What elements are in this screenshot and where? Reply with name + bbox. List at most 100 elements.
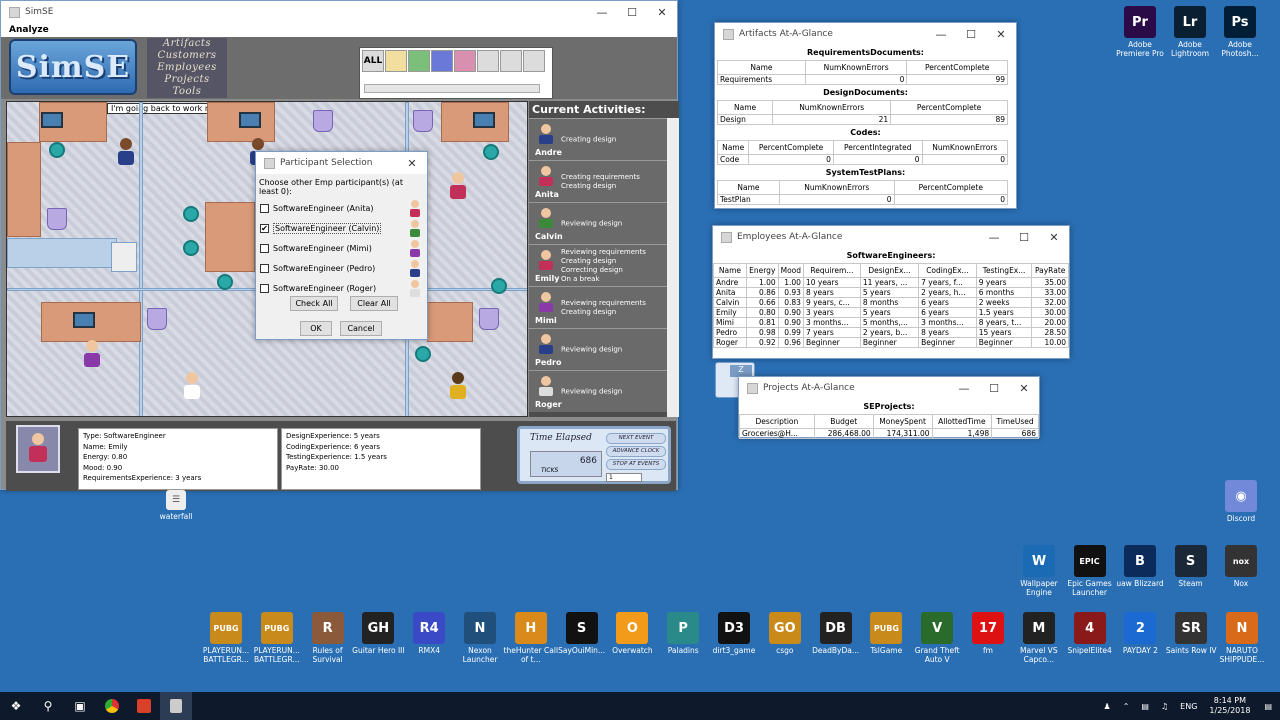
- activity-row[interactable]: Pedro Reviewing design: [529, 328, 667, 370]
- start-button-icon[interactable]: ❖: [0, 692, 32, 720]
- table-row[interactable]: Groceries@H... 286,468.00 174,311.00 1,498 6…: [739, 428, 1039, 439]
- clock-advance-input[interactable]: 1: [606, 473, 642, 482]
- participant-option[interactable]: ✔ SoftwareEngineer (Calvin): [256, 218, 427, 238]
- maximize-icon[interactable]: ☐: [617, 6, 647, 19]
- checkbox[interactable]: [260, 203, 269, 213]
- app-taskbar-icon[interactable]: [128, 692, 160, 720]
- desktop-icon[interactable]: W Wallpaper Engine: [1011, 545, 1067, 597]
- column-header[interactable]: NumKnownErrors: [804, 60, 908, 75]
- column-header[interactable]: Description: [739, 414, 815, 429]
- palette-person-icon[interactable]: [431, 50, 453, 72]
- table-row[interactable]: Emily 0.80 0.90 3 years 5 years 6 years 1.5 ye…: [713, 307, 1069, 318]
- column-header[interactable]: Name: [713, 263, 747, 278]
- participant-option[interactable]: SoftwareEngineer (Roger): [256, 278, 427, 298]
- table-row[interactable]: Mimi 0.81 0.90 3 months... 5 months,... 3 mon…: [713, 317, 1069, 328]
- desktop-icon[interactable]: PUBG PLAYERUN... BATTLEGR...: [198, 612, 254, 664]
- artifact-table[interactable]: Name NumKnownErrors PercentComplete TestPla…: [717, 180, 1009, 205]
- clock[interactable]: 8:14 PM 1/25/2018: [1209, 696, 1250, 716]
- participant-option[interactable]: SoftwareEngineer (Pedro): [256, 258, 427, 278]
- advance-clock-button[interactable]: ADVANCE CLOCK: [606, 446, 666, 457]
- column-header[interactable]: Name: [716, 140, 750, 155]
- participant-option[interactable]: SoftwareEngineer (Anita): [256, 198, 427, 218]
- stop-at-events-button[interactable]: STOP AT EVENTS: [606, 459, 666, 470]
- column-header[interactable]: DesignEx...: [859, 263, 920, 278]
- column-header[interactable]: Budget: [813, 414, 874, 429]
- column-header[interactable]: MoneySpent: [872, 414, 933, 429]
- check-all-button[interactable]: Check All: [290, 296, 338, 311]
- desktop-icon-waterfall[interactable]: ☰ waterfall: [148, 490, 204, 521]
- desktop-icon[interactable]: R4 RMX4: [401, 612, 457, 655]
- people-icon[interactable]: ♟: [1104, 702, 1111, 711]
- menu-analyze[interactable]: Analyze: [1, 23, 677, 37]
- activity-row[interactable]: Emily Reviewing requirements Creating desi…: [529, 244, 667, 286]
- desktop-icon[interactable]: Buaw Blizzard: [1112, 545, 1168, 588]
- desktop-icon[interactable]: EPIC Epic Games Launcher: [1062, 545, 1118, 597]
- checkbox[interactable]: [260, 243, 269, 253]
- artifact-table[interactable]: Name PercentComplete PercentIntegrated NumK…: [716, 140, 1009, 165]
- desktop-icon[interactable]: DB DeadByDa...: [808, 612, 864, 655]
- desktop-icon[interactable]: SR Saints Row IV: [1163, 612, 1219, 655]
- maximize-icon[interactable]: ☐: [1009, 231, 1039, 244]
- projects-table[interactable]: Description Budget MoneySpent AllottedTime T…: [739, 414, 1039, 439]
- palette-empty-slot[interactable]: [477, 50, 499, 72]
- chevron-up-icon[interactable]: ⌃: [1123, 702, 1130, 711]
- column-header[interactable]: PercentComplete: [748, 140, 834, 155]
- minimize-icon[interactable]: —: [926, 28, 956, 41]
- table-row[interactable]: Andre 1.00 1.00 10 years 11 years, ... 7 year…: [713, 277, 1069, 288]
- volume-icon[interactable]: ♫: [1161, 702, 1168, 711]
- menu-employees[interactable]: Employees: [147, 62, 227, 74]
- desktop-icon[interactable]: Pr Adobe Premiere Pro: [1112, 6, 1168, 58]
- activity-row[interactable]: Roger Reviewing design: [529, 370, 667, 412]
- column-header[interactable]: PercentComplete: [893, 180, 1009, 195]
- palette-empty-slot[interactable]: [523, 50, 545, 72]
- desktop-icon[interactable]: O Overwatch: [604, 612, 660, 655]
- column-header[interactable]: Requirem...: [802, 263, 861, 278]
- minimize-icon[interactable]: —: [949, 382, 979, 395]
- table-row[interactable]: Anita 0.86 0.93 8 years 5 years 2 years, h...…: [713, 287, 1069, 298]
- artifact-table[interactable]: Name NumKnownErrors PercentComplete Design 2…: [716, 100, 1008, 125]
- column-header[interactable]: Name: [717, 180, 780, 195]
- column-header[interactable]: PercentComplete: [906, 60, 1008, 75]
- cancel-button[interactable]: Cancel: [340, 321, 382, 336]
- desktop-icon[interactable]: 4 SnipelElite4: [1062, 612, 1118, 655]
- desktop-icon[interactable]: Lr Adobe Lightroom: [1162, 6, 1218, 58]
- column-header[interactable]: NumKnownErrors: [779, 180, 895, 195]
- menu-customers[interactable]: Customers: [147, 50, 227, 62]
- desktop-icon[interactable]: N Nexon Launcher: [452, 612, 508, 664]
- network-icon[interactable]: ▤: [1141, 702, 1149, 711]
- artifact-table[interactable]: Name NumKnownErrors PercentComplete Require…: [717, 60, 1008, 85]
- menu-tools[interactable]: Tools: [147, 86, 227, 98]
- dialog-titlebar[interactable]: Participant Selection ✕: [256, 152, 427, 174]
- search-icon[interactable]: ⚲: [32, 692, 64, 720]
- close-icon[interactable]: ✕: [986, 28, 1016, 41]
- desktop-icon[interactable]: R Rules of Survival: [300, 612, 356, 664]
- desktop-icon[interactable]: M Marvel VS Capco...: [1011, 612, 1067, 664]
- maximize-icon[interactable]: ☐: [956, 28, 986, 41]
- minimize-icon[interactable]: —: [979, 231, 1009, 244]
- desktop-icon[interactable]: GO csgo: [757, 612, 813, 655]
- minimize-icon[interactable]: —: [587, 6, 617, 19]
- employee-roger[interactable]: [183, 372, 201, 400]
- column-header[interactable]: Energy: [745, 263, 779, 278]
- palette-empty-slot[interactable]: [500, 50, 522, 72]
- table-row[interactable]: TestPlan 0 0: [717, 194, 1009, 205]
- simse-titlebar[interactable]: SimSE — ☐ ✕: [1, 1, 677, 23]
- column-header[interactable]: TimeUsed: [991, 414, 1039, 429]
- desktop-icon[interactable]: GH Guitar Hero III: [350, 612, 406, 655]
- desktop-icon[interactable]: N NARUTO SHIPPUDE...: [1214, 612, 1270, 664]
- desktop-icon[interactable]: 17 fm: [960, 612, 1016, 655]
- close-icon[interactable]: ✕: [397, 157, 427, 170]
- desktop-icon[interactable]: HtheHunter Call of t...: [503, 612, 559, 664]
- ok-button[interactable]: OK: [300, 321, 332, 336]
- checkbox[interactable]: [260, 263, 269, 273]
- table-row[interactable]: Requirements 0 99: [717, 74, 1008, 85]
- column-header[interactable]: PercentIntegrated: [832, 140, 923, 155]
- desktop-icon[interactable]: V Grand Theft Auto V: [909, 612, 965, 664]
- employee-anita[interactable]: [449, 172, 467, 200]
- activity-row[interactable]: Calvin Reviewing design: [529, 202, 667, 244]
- desktop-icon[interactable]: S SayOuiMin...: [554, 612, 610, 655]
- java-taskbar-icon[interactable]: [160, 692, 192, 720]
- column-header[interactable]: PayRate: [1031, 263, 1069, 278]
- desktop-icon[interactable]: D3 dirt3_game: [706, 612, 762, 655]
- next-event-button[interactable]: NEXT EVENT: [606, 433, 666, 444]
